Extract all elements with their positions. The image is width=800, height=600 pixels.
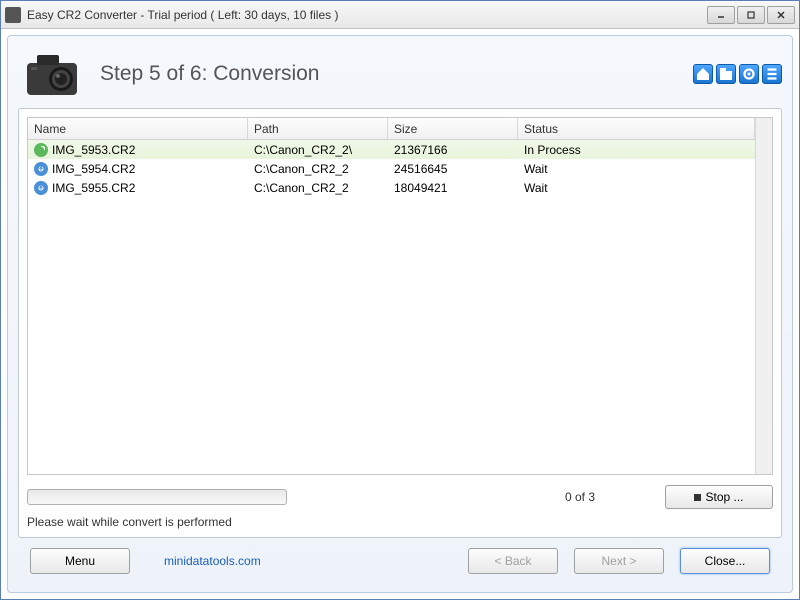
progress-row: 0 of 3 Stop ...	[27, 485, 773, 509]
table-row[interactable]: IMG_5955.CR2 C:\Canon_CR2_218049421Wait	[28, 178, 755, 197]
progress-bar	[27, 489, 287, 505]
window-controls	[707, 6, 795, 24]
list-icon[interactable]	[762, 64, 782, 84]
cell-size: 24516645	[388, 161, 518, 177]
wizard-header: Step 5 of 6: Conversion	[18, 44, 782, 104]
col-header-size[interactable]: Size	[388, 118, 518, 139]
cell-name: IMG_5955.CR2	[52, 181, 135, 195]
cell-path: C:\Canon_CR2_2\	[248, 142, 388, 158]
table-header: Name Path Size Status	[28, 118, 755, 140]
gear-icon[interactable]	[739, 64, 759, 84]
next-button: Next >	[574, 548, 664, 574]
progress-counter: 0 of 3	[565, 490, 595, 504]
col-header-name[interactable]: Name	[28, 118, 248, 139]
cell-status: In Process	[518, 142, 755, 158]
window-title: Easy CR2 Converter - Trial period ( Left…	[27, 8, 707, 22]
maximize-button[interactable]	[737, 6, 765, 24]
main-panel: Step 5 of 6: Conversion Name Path Size S…	[7, 35, 793, 593]
folder-icon[interactable]	[716, 64, 736, 84]
app-window: Easy CR2 Converter - Trial period ( Left…	[0, 0, 800, 600]
cell-size: 18049421	[388, 180, 518, 196]
cell-path: C:\Canon_CR2_2	[248, 180, 388, 196]
close-button-footer[interactable]: Close...	[680, 548, 770, 574]
status-icon	[34, 162, 48, 176]
cell-status: Wait	[518, 180, 755, 196]
stop-button[interactable]: Stop ...	[665, 485, 773, 509]
titlebar[interactable]: Easy CR2 Converter - Trial period ( Left…	[1, 1, 799, 29]
step-title: Step 5 of 6: Conversion	[100, 62, 693, 86]
content-panel: Name Path Size Status IMG_5953.CR2 C:\Can…	[18, 108, 782, 538]
stop-label: Stop ...	[705, 490, 743, 504]
minimize-button[interactable]	[707, 6, 735, 24]
menu-button[interactable]: Menu	[30, 548, 130, 574]
back-button: < Back	[468, 548, 558, 574]
close-button[interactable]	[767, 6, 795, 24]
scrollbar[interactable]	[755, 118, 772, 474]
cell-path: C:\Canon_CR2_2	[248, 161, 388, 177]
status-icon	[34, 181, 48, 195]
toolbar-icons	[693, 64, 782, 84]
file-table: Name Path Size Status IMG_5953.CR2 C:\Can…	[27, 117, 773, 475]
stop-icon	[694, 494, 701, 501]
table-body: IMG_5953.CR2 C:\Canon_CR2_2\21367166In Pr…	[28, 140, 755, 474]
home-icon[interactable]	[693, 64, 713, 84]
status-icon	[34, 143, 48, 157]
cell-name: IMG_5954.CR2	[52, 162, 135, 176]
col-header-status[interactable]: Status	[518, 118, 755, 139]
status-message: Please wait while convert is performed	[27, 515, 773, 529]
website-link[interactable]: minidatatools.com	[164, 554, 261, 568]
cell-name: IMG_5953.CR2	[52, 143, 135, 157]
app-icon	[5, 7, 21, 23]
table-row[interactable]: IMG_5953.CR2 C:\Canon_CR2_2\21367166In Pr…	[28, 140, 755, 159]
col-header-path[interactable]: Path	[248, 118, 388, 139]
cell-size: 21367166	[388, 142, 518, 158]
footer: Menu minidatatools.com < Back Next > Clo…	[18, 538, 782, 584]
table-row[interactable]: IMG_5954.CR2 C:\Canon_CR2_224516645Wait	[28, 159, 755, 178]
camera-icon	[18, 46, 88, 102]
cell-status: Wait	[518, 161, 755, 177]
